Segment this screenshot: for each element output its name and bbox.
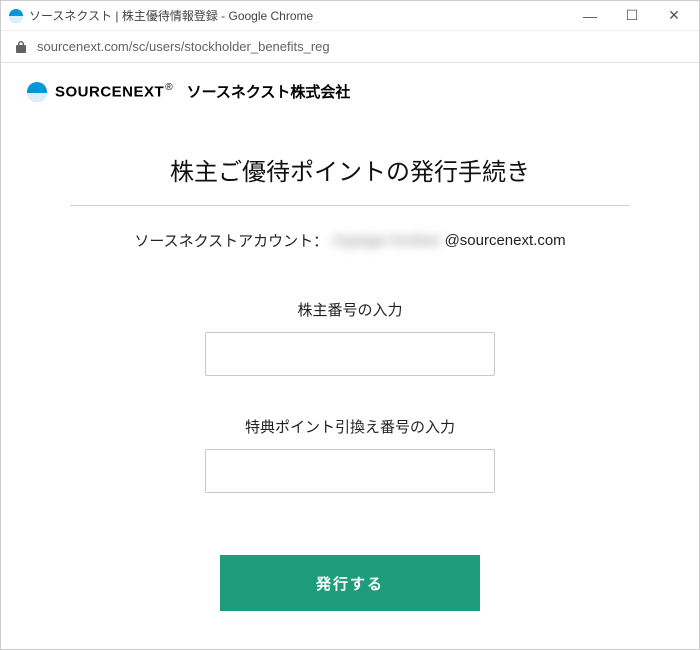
url-text: sourcenext.com/sc/users/stockholder_bene… [37,39,330,54]
main-form: 株主ご優待ポイントの発行手続き ソースネクストアカウント： mypage-hon… [70,152,630,611]
submit-button[interactable]: 発行する [220,555,480,611]
brand-wordmark: SOURCENEXT® [55,82,173,101]
lock-icon [15,40,27,54]
brand-logo-icon [27,82,47,102]
redemption-number-input[interactable] [205,449,495,493]
page-title: 株主ご優待ポイントの発行手続き [70,152,630,206]
brand-company-name: ソースネクスト株式会社 [187,81,351,102]
window-close-button[interactable]: ✕ [653,2,695,30]
account-username-masked: mypage-honban [328,232,444,249]
redemption-number-label: 特典ポイント引換え番号の入力 [70,416,630,437]
window-title: ソースネクスト | 株主優待情報登録 - Google Chrome [29,7,313,24]
favicon-icon [9,9,23,23]
window-minimize-button[interactable]: — [569,2,611,30]
account-label: ソースネクストアカウント： [134,230,328,251]
shareholder-number-input[interactable] [205,332,495,376]
account-line: ソースネクストアカウント： mypage-honban @sourcenext.… [70,230,630,251]
shareholder-number-label: 株主番号の入力 [70,299,630,320]
account-domain: @sourcenext.com [445,232,566,249]
window-titlebar: ソースネクスト | 株主優待情報登録 - Google Chrome — ☐ ✕ [1,1,699,31]
address-bar[interactable]: sourcenext.com/sc/users/stockholder_bene… [1,31,699,63]
brand-header: SOURCENEXT® ソースネクスト株式会社 [27,81,679,102]
window-maximize-button[interactable]: ☐ [611,2,653,30]
